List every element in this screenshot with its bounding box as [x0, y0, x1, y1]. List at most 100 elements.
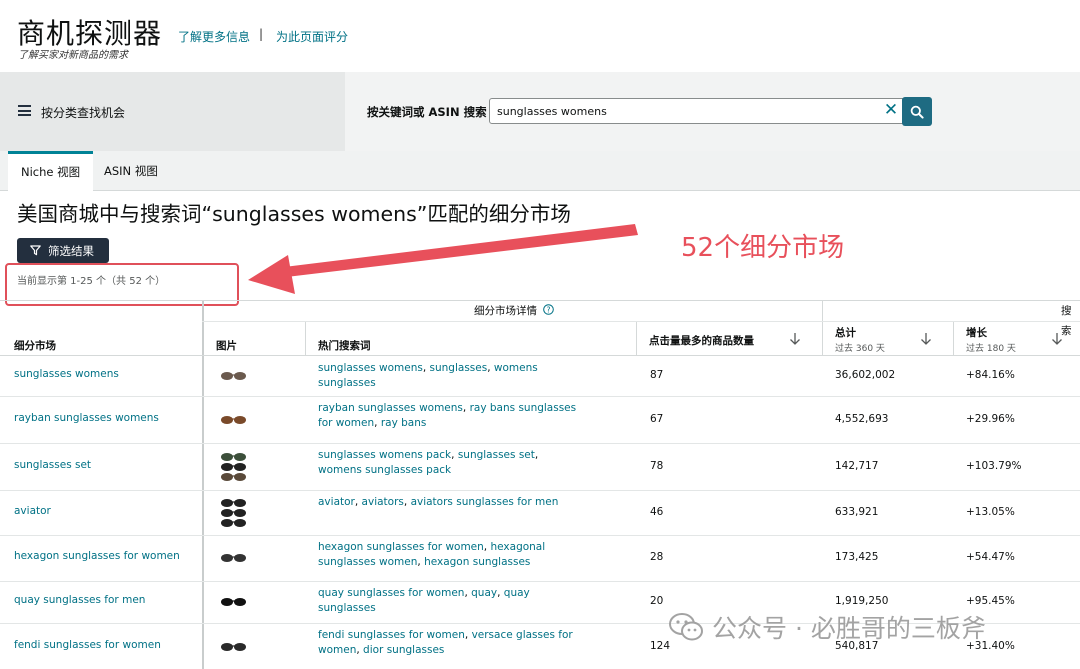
clear-icon[interactable]: ✕ [883, 101, 899, 119]
term-separator: , [451, 449, 458, 461]
col-header-clicked-products[interactable]: 点击量最多的商品数量 [649, 333, 754, 348]
niche-link[interactable]: fendi sunglasses for women [14, 639, 161, 651]
annotation-arrow-head [248, 255, 295, 294]
sort-arrow-icon[interactable] [789, 332, 801, 346]
search-volume-growth: +84.16% [966, 369, 1015, 381]
clicked-products-value: 67 [650, 412, 664, 425]
search-input[interactable] [489, 98, 903, 124]
term-separator: , [422, 362, 430, 374]
search-term-link[interactable]: fendi sunglasses for women [318, 629, 465, 641]
column-divider [953, 321, 954, 355]
search-term-link[interactable]: sunglasses womens [318, 362, 423, 374]
product-thumbnail [221, 452, 246, 481]
term-separator: , [464, 629, 472, 641]
column-divider [636, 321, 637, 355]
search-volume-growth: +54.47% [966, 551, 1015, 563]
search-button[interactable] [902, 97, 932, 126]
top-search-terms: fendi sunglasses for women, versace glas… [318, 628, 583, 658]
search-volume-growth: +29.96% [966, 412, 1015, 425]
niche-link[interactable]: hexagon sunglasses for women [14, 550, 180, 562]
term-separator: , [534, 449, 539, 461]
rate-page-link[interactable]: 为此页面评分 [276, 28, 348, 45]
term-separator: , [462, 402, 470, 414]
search-term-link[interactable]: sunglasses womens pack [318, 449, 451, 461]
top-search-terms: sunglasses womens pack, sunglasses set, … [318, 448, 583, 478]
niche-link[interactable]: quay sunglasses for men [14, 594, 145, 606]
clicked-products-value: 28 [650, 551, 664, 563]
sort-arrow-icon[interactable] [1051, 332, 1063, 346]
col-header-niche[interactable]: 细分市场 [14, 338, 56, 353]
tab-asin-view[interactable]: ASIN 视图 [104, 151, 158, 191]
search-volume-growth: +13.05% [966, 505, 1015, 518]
group-header-search: 搜索 [1061, 305, 1072, 337]
col-header-image: 图片 [216, 340, 237, 352]
row-divider [0, 581, 1080, 582]
product-thumbnail [221, 554, 246, 562]
view-tabs: Niche 视图 ASIN 视图 [0, 151, 1080, 192]
clicked-products-value: 87 [650, 369, 664, 381]
search-term-link[interactable]: hexagon sunglasses [424, 556, 530, 568]
term-separator: , [354, 496, 362, 508]
annotation-arrow [248, 224, 638, 294]
row-divider [0, 490, 1080, 491]
search-term-link[interactable]: dior sunglasses [363, 644, 444, 656]
top-search-terms: aviator, aviators, aviators sunglasses f… [318, 495, 583, 510]
learn-more-link[interactable]: 了解更多信息 [178, 28, 250, 45]
search-volume-total: 633,921 [835, 505, 879, 518]
browse-by-category-panel[interactable]: 按分类查找机会 [0, 72, 345, 151]
term-separator: , [403, 496, 411, 508]
search-term-link[interactable]: ray bans [381, 417, 427, 429]
search-term-link[interactable]: aviator [318, 496, 355, 508]
term-separator: , [497, 587, 504, 599]
col-header-total-label: 总计 [835, 327, 856, 339]
clicked-products-value: 46 [650, 505, 664, 518]
group-header-niche-details: 细分市场详情 ? [474, 301, 555, 321]
term-separator: , [487, 362, 494, 374]
search-term-link[interactable]: quay sunglasses for women [318, 587, 464, 599]
help-icon[interactable]: ? [543, 304, 555, 315]
col-header-total-sub: 过去 360 天 [835, 344, 885, 354]
row-divider [202, 321, 1080, 322]
svg-text:?: ? [547, 305, 551, 314]
search-term-link[interactable]: aviators sunglasses for men [411, 496, 559, 508]
row-divider [0, 443, 1080, 444]
search-term-link[interactable]: rayban sunglasses womens [318, 402, 463, 414]
search-volume-total: 36,602,002 [835, 369, 896, 381]
search-volume-total: 4,552,693 [835, 412, 889, 425]
col-header-top-terms: 热门搜索词 [318, 340, 371, 352]
search-volume-growth: +95.45% [966, 595, 1015, 607]
clicked-products-value: 20 [650, 595, 664, 607]
filter-results-button[interactable]: 筛选结果 [17, 238, 109, 263]
col-header-growth-label: 增长 [966, 327, 987, 339]
filter-icon [30, 245, 41, 256]
search-term-link[interactable]: quay [471, 587, 497, 599]
sort-arrow-icon[interactable] [920, 332, 932, 346]
header-separator: | [259, 27, 264, 41]
search-term-link[interactable]: aviators [362, 496, 404, 508]
row-divider [0, 396, 1080, 397]
hamburger-menu-icon[interactable] [18, 105, 31, 116]
wechat-icon [669, 613, 703, 641]
niche-link[interactable]: aviator [14, 505, 51, 517]
column-divider [305, 321, 306, 355]
product-thumbnail [221, 415, 246, 424]
search-volume-growth: +103.79% [966, 459, 1022, 472]
tab-niche-view[interactable]: Niche 视图 [8, 151, 94, 192]
search-volume-total: 142,717 [835, 459, 879, 472]
search-term-link[interactable]: womens sunglasses pack [318, 464, 451, 476]
niche-link[interactable]: sunglasses womens [14, 368, 119, 380]
product-thumbnail [221, 498, 246, 527]
search-term-link[interactable]: hexagon sunglasses for women [318, 541, 484, 553]
col-header-total[interactable]: 总计 过去 360 天 [835, 325, 885, 354]
watermark: 公众号 · 必胜哥的三板斧 [668, 610, 986, 644]
niche-link[interactable]: sunglasses set [14, 459, 91, 471]
annotation-arrow-shaft [276, 224, 638, 278]
filter-results-label: 筛选结果 [48, 243, 94, 258]
col-header-growth[interactable]: 增长 过去 180 天 [966, 325, 1016, 354]
search-term-link[interactable]: sunglasses set [458, 449, 535, 461]
niche-link[interactable]: rayban sunglasses womens [14, 412, 159, 424]
column-divider [202, 301, 204, 669]
search-term-link[interactable]: sunglasses [430, 362, 488, 374]
page-header: 商机探测器 了解买家对新商品的需求 了解更多信息 | 为此页面评分 [0, 0, 1080, 72]
browse-category-label[interactable]: 按分类查找机会 [41, 104, 125, 121]
